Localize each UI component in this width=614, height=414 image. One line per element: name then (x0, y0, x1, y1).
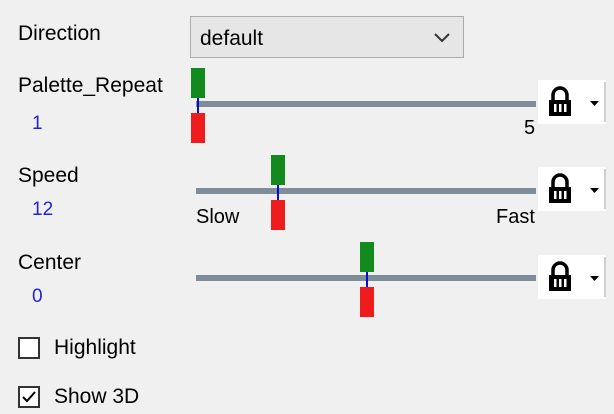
show3d-label[interactable]: Show 3D (54, 385, 139, 409)
palette-repeat-max-label: 5 (524, 117, 536, 139)
highlight-label[interactable]: Highlight (54, 336, 136, 360)
speed-label: Speed (18, 164, 79, 187)
lock-button-edge (604, 169, 606, 209)
speed-max-label: Fast (496, 206, 535, 228)
speed-handle-top[interactable] (271, 155, 285, 185)
lock-icon (549, 86, 571, 116)
palette-repeat-value: 1 (32, 113, 43, 134)
center-label: Center (18, 251, 82, 274)
center-handle-bottom[interactable] (360, 287, 374, 317)
chevron-down-icon (590, 188, 599, 193)
checkmark-icon (22, 391, 36, 403)
highlight-checkbox[interactable] (18, 337, 40, 359)
chevron-down-icon (434, 33, 450, 43)
show3d-checkbox[interactable] (18, 386, 40, 408)
lock-icon (549, 173, 571, 203)
direction-selected-value: default (200, 27, 264, 50)
direction-label: Direction (18, 22, 101, 45)
palette-repeat-label: Palette_Repeat (18, 74, 163, 97)
speed-value: 12 (32, 199, 54, 220)
speed-lock-button[interactable] (538, 167, 606, 211)
center-handle-top[interactable] (360, 242, 374, 272)
center-lock-button[interactable] (538, 255, 606, 299)
palette-repeat-lock-button[interactable] (538, 80, 606, 124)
palette-repeat-handle-bottom[interactable] (191, 113, 205, 143)
palette-repeat-handle-top[interactable] (191, 68, 205, 98)
lock-button-edge (604, 257, 606, 297)
direction-dropdown[interactable]: default (190, 16, 464, 58)
chevron-down-icon (590, 101, 599, 106)
lock-icon (549, 261, 571, 291)
chevron-down-icon (590, 276, 599, 281)
center-value: 0 (32, 286, 43, 307)
speed-track[interactable] (196, 188, 536, 194)
speed-min-label: Slow (196, 206, 240, 228)
lock-button-edge (604, 82, 606, 122)
palette-repeat-track[interactable] (196, 101, 536, 107)
speed-handle-bottom[interactable] (271, 200, 285, 230)
